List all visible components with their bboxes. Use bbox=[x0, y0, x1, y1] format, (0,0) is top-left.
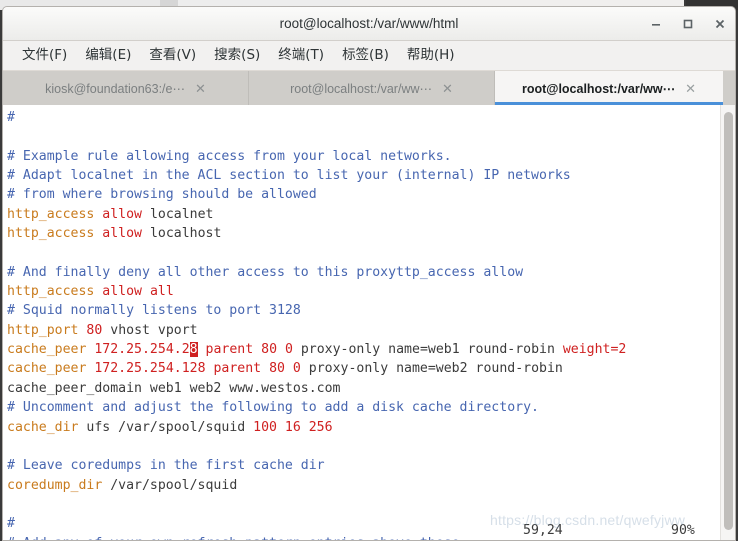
terminal-line: cache_dir ufs /var/spool/squid 100 16 25… bbox=[7, 418, 720, 437]
terminal-span: cache_peer_domain web1 web2 www.westos.c… bbox=[7, 380, 341, 396]
menu-tabs[interactable]: 标签(B) bbox=[333, 41, 398, 70]
terminal-span: cache_peer bbox=[7, 361, 87, 377]
terminal-span bbox=[261, 361, 269, 376]
terminal-span: 80 bbox=[86, 322, 103, 338]
scrollbar-thumb[interactable] bbox=[724, 112, 733, 530]
terminal-line: cache_peer_domain web1 web2 www.westos.c… bbox=[7, 379, 720, 398]
terminal-line: http_access allow localhost bbox=[7, 224, 720, 243]
terminal-line: # Adapt localnet in the ACL section to l… bbox=[7, 166, 720, 185]
tab-root-localhost-1[interactable]: root@localhost:/var/ww⋯ ✕ bbox=[249, 71, 495, 105]
menu-search[interactable]: 搜索(S) bbox=[205, 41, 269, 70]
window-titlebar[interactable]: root@localhost:/var/www/html bbox=[3, 7, 735, 41]
terminal-span: # Squid normally listens to port 3128 bbox=[7, 303, 301, 319]
terminal-line: # And finally deny all other access to t… bbox=[7, 263, 720, 282]
terminal-span: # Add any of your own refresh_pattern en… bbox=[7, 536, 468, 540]
terminal-line: # Leave coredumps in the first cache dir bbox=[7, 456, 720, 475]
terminal-span: localnet bbox=[142, 206, 214, 222]
terminal-span: coredump_dir bbox=[7, 477, 103, 493]
terminal-span: 80 0 bbox=[261, 342, 293, 358]
terminal-line: # bbox=[7, 514, 720, 533]
tab-close-icon[interactable]: ✕ bbox=[442, 82, 453, 95]
terminal-span: # from where browsing should be allowed bbox=[7, 187, 317, 203]
terminal-line: coredump_dir /var/spool/squid bbox=[7, 476, 720, 495]
terminal-line: cache_peer 172.25.254.128 parent 80 0 pr… bbox=[7, 359, 720, 378]
terminal-area: # # Example rule allowing access from yo… bbox=[3, 105, 735, 540]
tab-bar: kiosk@foundation63:/e⋯ ✕ root@localhost:… bbox=[3, 71, 735, 105]
terminal-span: # Uncomment and adjust the following to … bbox=[7, 400, 539, 416]
terminal-span: # Example rule allowing access from your… bbox=[7, 148, 452, 164]
terminal-span: vhost vport bbox=[102, 322, 198, 338]
terminal-span: 100 16 256 bbox=[253, 419, 333, 435]
terminal-span: # And finally deny all other access to t… bbox=[7, 264, 524, 280]
terminal-line: # bbox=[7, 108, 720, 127]
terminal-line: # Add any of your own refresh_pattern en… bbox=[7, 534, 720, 540]
terminal-span: proxy-only name=web2 round-robin bbox=[300, 361, 563, 377]
vertical-scrollbar[interactable] bbox=[720, 105, 735, 540]
terminal-line: http_access allow all bbox=[7, 282, 720, 301]
terminal-span: proxy-only name=web1 round-robin bbox=[292, 342, 563, 358]
terminal-span: # bbox=[7, 516, 15, 532]
tab-label: root@localhost:/var/ww⋯ bbox=[290, 81, 432, 96]
window-title: root@localhost:/var/www/html bbox=[279, 16, 459, 31]
tab-kiosk-foundation63[interactable]: kiosk@foundation63:/e⋯ ✕ bbox=[3, 71, 249, 105]
tab-close-icon[interactable]: ✕ bbox=[685, 82, 696, 95]
menubar: 文件(F) 编辑(E) 查看(V) 搜索(S) 终端(T) 标签(B) 帮助(H… bbox=[3, 41, 735, 71]
tab-label: root@localhost:/var/ww⋯ bbox=[521, 81, 676, 96]
terminal-span: cache_dir bbox=[7, 419, 79, 435]
terminal-span: http_port bbox=[7, 322, 79, 338]
terminal-span: allow bbox=[102, 284, 142, 300]
menu-file[interactable]: 文件(F) bbox=[13, 41, 76, 70]
terminal-span: parent bbox=[213, 361, 262, 377]
terminal-span: # Leave coredumps in the first cache dir bbox=[7, 458, 325, 474]
terminal-line: cache_peer 172.25.254.28 parent 80 0 pro… bbox=[7, 340, 720, 359]
menu-terminal[interactable]: 终端(T) bbox=[269, 41, 333, 70]
window-controls bbox=[648, 7, 728, 40]
minimize-icon[interactable] bbox=[648, 16, 664, 32]
terminal-span: localhost bbox=[142, 226, 222, 242]
terminal-line: http_access allow localnet bbox=[7, 205, 720, 224]
terminal-span bbox=[142, 284, 150, 299]
tab-label: kiosk@foundation63:/e⋯ bbox=[45, 81, 185, 96]
terminal-span: http_access bbox=[7, 226, 95, 242]
terminal-span: 172.25.254.128 bbox=[94, 361, 206, 377]
terminal-span bbox=[198, 342, 206, 357]
terminal-line: # Example rule allowing access from your… bbox=[7, 147, 720, 166]
close-icon[interactable] bbox=[712, 16, 728, 32]
terminal-span: 172.25.254.2 bbox=[94, 342, 190, 358]
terminal-span: /var/spool/squid bbox=[102, 477, 238, 493]
terminal-line: http_port 80 vhost vport bbox=[7, 321, 720, 340]
terminal-span: # Adapt localnet in the ACL section to l… bbox=[7, 168, 571, 184]
terminal-span: cache_peer bbox=[7, 342, 87, 358]
text-cursor: 8 bbox=[189, 342, 198, 358]
terminal-span: all bbox=[149, 284, 174, 300]
terminal-span: allow bbox=[102, 206, 142, 222]
menu-help[interactable]: 帮助(H) bbox=[398, 41, 464, 70]
maximize-icon[interactable] bbox=[680, 16, 696, 32]
terminal-span: http_access bbox=[7, 206, 95, 222]
terminal-span: http_access bbox=[7, 284, 95, 300]
terminal-span: 80 0 bbox=[269, 361, 301, 377]
menu-edit[interactable]: 编辑(E) bbox=[76, 41, 140, 70]
terminal-span: parent bbox=[205, 342, 254, 358]
tab-root-localhost-2[interactable]: root@localhost:/var/ww⋯ ✕ bbox=[495, 71, 723, 105]
terminal-window: root@localhost:/var/www/html 文件(F) 编辑(E)… bbox=[2, 6, 736, 541]
terminal-span: allow bbox=[102, 226, 142, 242]
terminal-line: # Uncomment and adjust the following to … bbox=[7, 398, 720, 417]
terminal-span: # bbox=[7, 110, 15, 125]
terminal-line: # from where browsing should be allowed bbox=[7, 185, 720, 204]
terminal-span bbox=[253, 342, 261, 357]
terminal-line: # Squid normally listens to port 3128 bbox=[7, 301, 720, 320]
terminal-text[interactable]: # # Example rule allowing access from yo… bbox=[3, 105, 720, 540]
terminal-span: ufs /var/spool/squid bbox=[78, 419, 254, 435]
tab-close-icon[interactable]: ✕ bbox=[195, 82, 206, 95]
menu-view[interactable]: 查看(V) bbox=[140, 41, 205, 70]
terminal-span: weight=2 bbox=[562, 342, 627, 358]
